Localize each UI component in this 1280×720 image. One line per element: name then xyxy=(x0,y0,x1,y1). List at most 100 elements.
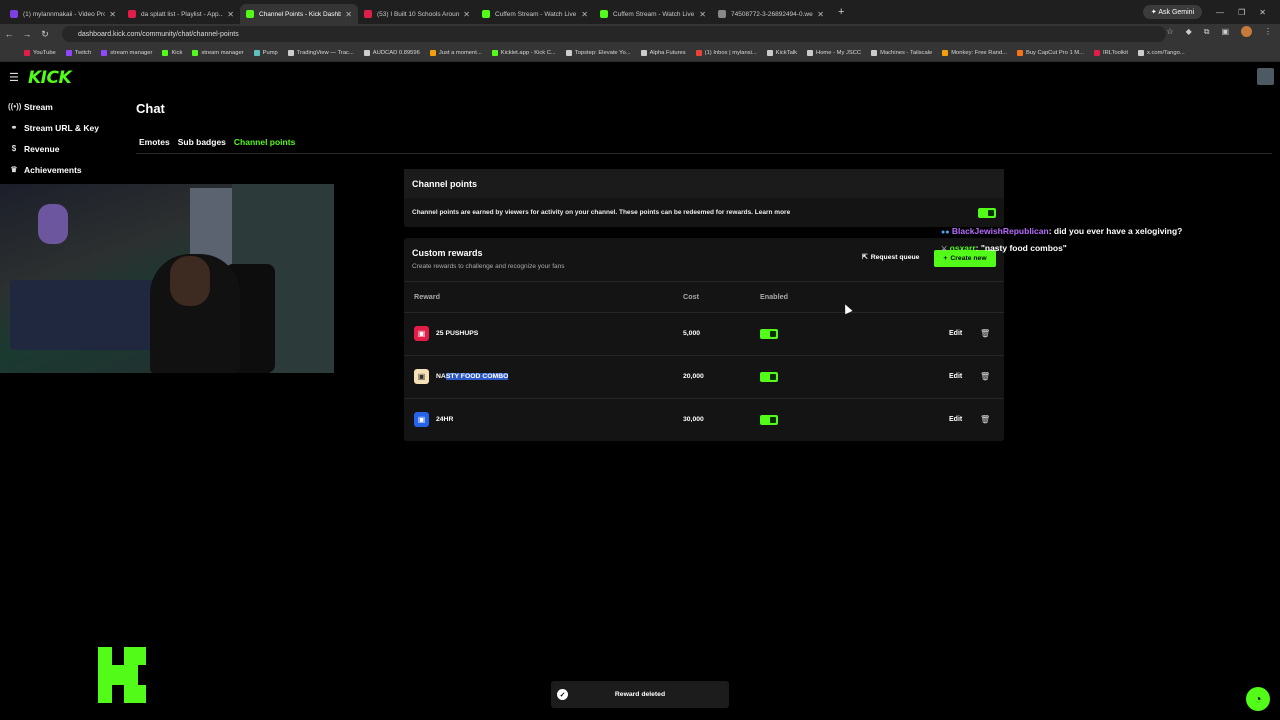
extension-icon[interactable]: ◆ xyxy=(1186,27,1192,36)
webcam-streamer-head xyxy=(170,256,210,306)
browser-tab[interactable]: Cuffem Stream - Watch Live o... ✕ xyxy=(476,4,594,24)
tab-title: Channel Points - Kick Dashbo... xyxy=(259,10,342,18)
bookmark-item[interactable]: AUDCAD 0.89596 xyxy=(363,49,420,56)
hamburger-menu-icon[interactable]: ☰ xyxy=(9,71,19,84)
sidebar-item-achievements[interactable]: ♛ Achievements xyxy=(0,159,120,180)
url-field[interactable]: dashboard.kick.com/community/chat/channe… xyxy=(62,26,1166,42)
browser-tab[interactable]: (1) mylannmakaii - Video Prod...✕ xyxy=(4,4,122,24)
tab-close-icon[interactable]: ✕ xyxy=(699,10,706,19)
browser-tab[interactable]: (53) I Built 10 Schools Around... ✕ xyxy=(358,4,476,24)
trash-icon[interactable]: 🗑 xyxy=(980,329,990,338)
bookmark-label: Kicklet.app - Kick C... xyxy=(500,49,556,56)
bookmark-star-icon[interactable]: ☆ xyxy=(1166,27,1173,36)
browser-tab[interactable]: Cuffem Stream - Watch Live o... ✕ xyxy=(594,4,712,24)
bookmark-item[interactable]: IRLToolkit xyxy=(1093,49,1128,56)
edit-button[interactable]: Edit xyxy=(949,373,962,380)
tab-close-icon[interactable]: ✕ xyxy=(817,10,824,19)
bookmark-item[interactable]: Topstep: Elevate Yo... xyxy=(565,49,631,56)
tab-close-icon[interactable]: ✕ xyxy=(109,10,116,19)
tab-close-icon[interactable]: ✕ xyxy=(581,10,588,19)
extensions-puzzle-icon[interactable]: ⧉ xyxy=(1204,27,1210,37)
sidebar-item-revenue[interactable]: $ Revenue xyxy=(0,138,120,159)
minimize-icon[interactable]: — xyxy=(1216,8,1224,17)
bookmark-label: KickTalk xyxy=(775,49,798,56)
sidepanel-icon[interactable]: ▣ xyxy=(1221,27,1229,36)
bookmark-item[interactable]: stream manager xyxy=(192,49,244,56)
profile-avatar[interactable] xyxy=(1241,26,1252,37)
channel-points-toggle[interactable] xyxy=(978,208,996,218)
custom-rewards-title: Custom rewards xyxy=(412,248,483,258)
new-tab-button[interactable]: + xyxy=(838,6,844,18)
edit-button[interactable]: Edit xyxy=(949,330,962,337)
tab-channel-points[interactable]: Channel points xyxy=(234,137,295,147)
bookmark-item[interactable]: Kicklet.app - Kick C... xyxy=(491,49,556,56)
close-window-icon[interactable]: ✕ xyxy=(1259,8,1266,17)
sidebar-item-stream-url-key[interactable]: ⚭ Stream URL & Key xyxy=(0,117,120,138)
bookmark-label: (1) Inbox | mylansi... xyxy=(704,49,757,56)
reward-enabled-toggle[interactable] xyxy=(760,372,778,382)
bookmark-item[interactable]: Twitch xyxy=(65,49,92,56)
tab-title: 74508772-3-26892494-0.webp xyxy=(731,10,814,18)
tab-title: Cuffem Stream - Watch Live o... xyxy=(495,10,577,18)
tab-sub-badges[interactable]: Sub badges xyxy=(178,137,226,147)
tab-emotes[interactable]: Emotes xyxy=(139,137,170,147)
bookmark-favicon-icon xyxy=(101,49,108,56)
browser-tab[interactable]: Channel Points - Kick Dashbo...✕ xyxy=(240,4,358,24)
bookmark-item[interactable]: Buy CapCut Pro 1 M... xyxy=(1016,49,1084,56)
kick-logo[interactable]: KICK xyxy=(28,68,72,88)
column-header-cost: Cost xyxy=(683,292,699,301)
ask-gemini-button[interactable]: ✦ Ask Gemini xyxy=(1142,5,1203,19)
reward-enabled-toggle[interactable] xyxy=(760,329,778,339)
maximize-icon[interactable]: ❐ xyxy=(1238,8,1245,17)
bookmark-item[interactable]: Pump xyxy=(253,49,278,56)
browser-tab[interactable]: da splatt list - Playlist - App... ✕ xyxy=(122,4,240,24)
tab-title: Cuffem Stream - Watch Live o... xyxy=(613,10,695,18)
trash-icon[interactable]: 🗑 xyxy=(980,372,990,381)
channel-points-card: Channel points Channel points are earned… xyxy=(404,169,1004,227)
sidebar-item-stream[interactable]: ((•)) Stream xyxy=(0,96,120,117)
bookmark-item[interactable]: TradingView — Trac... xyxy=(287,49,354,56)
bookmark-item[interactable]: Just a moment... xyxy=(429,49,482,56)
user-avatar[interactable] xyxy=(1257,68,1274,85)
ask-gemini-label: Ask Gemini xyxy=(1158,9,1195,16)
reload-icon[interactable]: ↻ xyxy=(36,29,54,40)
bookmark-item[interactable]: KickTalk xyxy=(766,49,798,56)
bookmark-label: Home - My JSCC xyxy=(816,49,862,56)
bookmark-item[interactable]: stream manager xyxy=(101,49,152,56)
tab-favicon-icon xyxy=(10,10,18,18)
bookmark-label: Machines - Tailscale xyxy=(880,49,933,56)
bookmark-item[interactable]: Monkey: Free Rand... xyxy=(942,49,1007,56)
menu-kebab-icon[interactable]: ⋮ xyxy=(1264,27,1272,36)
back-icon[interactable]: ← xyxy=(0,29,18,39)
bookmark-item[interactable]: Kick xyxy=(162,49,182,56)
bookmark-item[interactable]: YouTube xyxy=(24,49,56,56)
bookmark-favicon-icon xyxy=(24,49,30,56)
kick-k-logo-overlay xyxy=(98,647,146,703)
bookmark-label: Alpha Futures xyxy=(649,49,686,56)
bookmark-item[interactable]: (1) Inbox | mylansi... xyxy=(695,49,757,56)
bookmark-favicon-icon xyxy=(1016,49,1023,56)
bookmark-item[interactable]: Home - My JSCC xyxy=(807,49,862,56)
bookmark-label: Topstep: Elevate Yo... xyxy=(574,49,631,56)
reward-enabled-toggle[interactable] xyxy=(760,415,778,425)
reward-cost: 20,000 xyxy=(683,373,704,380)
bookmark-label: Twitch xyxy=(74,49,92,56)
bookmark-item[interactable]: x.com/Tango... xyxy=(1137,49,1185,56)
chat-badge-icon: ⚔ xyxy=(941,246,948,253)
reward-name: NASTY FOOD COMBO xyxy=(436,373,509,380)
chat-support-button[interactable]: ◔ xyxy=(1246,687,1270,711)
tab-close-icon[interactable]: ✕ xyxy=(463,10,470,19)
forward-icon[interactable]: → xyxy=(18,29,36,39)
tab-title: da splatt list - Playlist - App... xyxy=(141,10,224,18)
edit-button[interactable]: Edit xyxy=(949,416,962,423)
tab-close-icon[interactable]: ✕ xyxy=(345,10,352,19)
browser-tab[interactable]: 74508772-3-26892494-0.webp ✕ xyxy=(712,4,830,24)
bookmark-item[interactable]: Alpha Futures xyxy=(640,49,686,56)
bookmark-favicon-icon xyxy=(287,49,294,56)
request-queue-button[interactable]: ⇱ Request queue xyxy=(862,253,919,262)
bookmark-favicon-icon xyxy=(253,49,260,56)
tab-close-icon[interactable]: ✕ xyxy=(227,10,234,19)
trash-icon[interactable]: 🗑 xyxy=(980,415,990,424)
bookmark-favicon-icon xyxy=(871,49,878,56)
bookmark-item[interactable]: Machines - Tailscale xyxy=(871,49,933,56)
